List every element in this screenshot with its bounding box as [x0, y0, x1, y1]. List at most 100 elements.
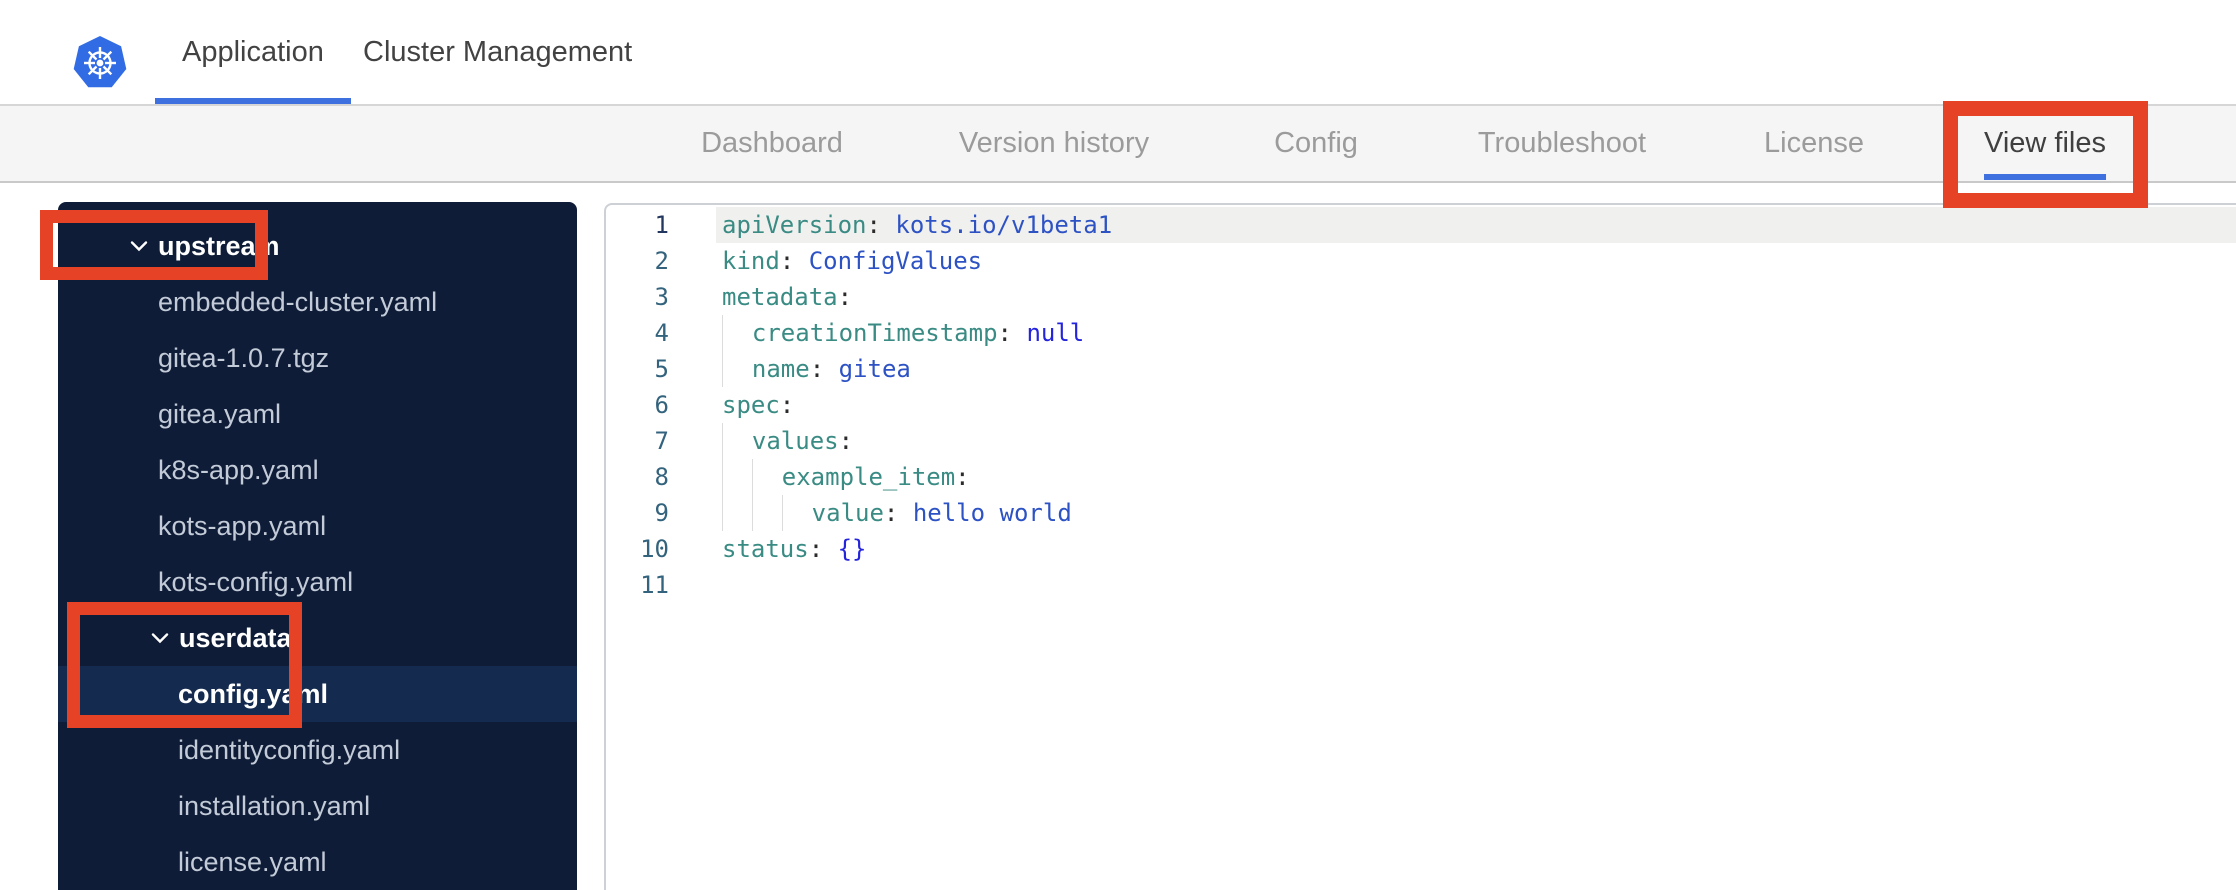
tree-file-gitea-1-0-7-tgz[interactable]: gitea-1.0.7.tgz: [58, 330, 577, 386]
token-key: status: [722, 535, 809, 563]
code-line-10: 10 status: {}: [606, 531, 2236, 567]
line-number: 9: [654, 499, 669, 527]
code-line-9: 9 value: hello world: [606, 495, 2236, 531]
token-punct: [1012, 319, 1026, 347]
code-line-5: 5 name: gitea: [606, 351, 2236, 387]
indent-guide: [722, 315, 752, 351]
token-punct: :: [883, 499, 899, 527]
code-line-8: 8 example_item:: [606, 459, 2236, 495]
code-text: spec:: [716, 387, 2236, 423]
kots-admin-console: Application Cluster Management Dashboard V…: [0, 0, 2236, 890]
token-punct: [823, 535, 837, 563]
nav-item-license[interactable]: License: [1764, 106, 1864, 181]
code-line-3: 3 metadata:: [606, 279, 2236, 315]
app-header: Application Cluster Management: [0, 0, 2236, 106]
token-punct: :: [866, 211, 881, 239]
token-punct: :: [779, 247, 795, 275]
token-key: example_item: [781, 463, 956, 491]
line-number: 1: [654, 211, 669, 239]
token-key: values: [751, 427, 839, 455]
tree-file-identityconfig-yaml[interactable]: identityconfig.yaml: [58, 722, 577, 778]
code-line-4: 4 creationTimestamp: null: [606, 315, 2236, 351]
line-number: 7: [654, 427, 669, 455]
tree-item-label: upstream: [158, 230, 280, 261]
nav-item-version-history[interactable]: Version history: [959, 106, 1149, 181]
app-subnav: Dashboard Version history Config Troublesho…: [0, 106, 2236, 183]
token-key: kind: [722, 247, 780, 275]
tree-item-label: userdata: [179, 622, 292, 653]
nav-item-view-files[interactable]: View files: [1984, 106, 2106, 181]
nav-item-config[interactable]: Config: [1274, 106, 1358, 181]
tree-item-label: gitea.yaml: [158, 398, 282, 429]
header-tab-application[interactable]: Application: [155, 0, 351, 104]
tree-file-installation-yaml[interactable]: installation.yaml: [58, 778, 577, 834]
code-line-7: 7 values:: [606, 423, 2236, 459]
tree-item-label: gitea-1.0.7.tgz: [158, 342, 330, 373]
token-value: hello world: [898, 499, 1072, 527]
tree-file-kots-app-yaml[interactable]: kots-app.yaml: [58, 498, 577, 554]
tree-file-config-yaml[interactable]: config.yaml: [58, 666, 577, 722]
tree-file-gitea-yaml[interactable]: gitea.yaml: [58, 386, 577, 442]
tree-file-embedded-cluster-yaml[interactable]: embedded-cluster.yaml: [58, 274, 577, 330]
line-number: 5: [654, 355, 669, 383]
token-punct: :: [779, 391, 795, 419]
tree-file-k8s-app-yaml[interactable]: k8s-app.yaml: [58, 442, 577, 498]
code-line-2: 2 kind: ConfigValues: [606, 243, 2236, 279]
code-text: values:: [716, 423, 2236, 459]
token-value: kots.io/v1beta1: [880, 211, 1113, 239]
token-value: gitea: [824, 355, 911, 383]
token-key: creationTimestamp: [751, 319, 998, 347]
nav-item-label: Config: [1274, 127, 1358, 159]
tree-file-kots-config-yaml[interactable]: kots-config.yaml: [58, 554, 577, 610]
header-tab-cluster-management[interactable]: Cluster Management: [336, 0, 659, 104]
token-key: value: [811, 499, 884, 527]
code-text: apiVersion: kots.io/v1beta1: [716, 207, 2236, 243]
active-nav-underline: [1984, 174, 2106, 180]
indent-guide: [722, 423, 752, 459]
file-tree-panel: upstream embedded-cluster.yaml gitea-1.0.7…: [58, 202, 577, 890]
tree-folder-userdata[interactable]: userdata: [58, 610, 577, 666]
code-text: status: {}: [716, 531, 2236, 567]
line-number: 2: [654, 247, 669, 275]
line-number: 3: [654, 283, 669, 311]
chevron-down-icon: [130, 240, 148, 252]
token-key: apiVersion: [722, 211, 867, 239]
token-constant: null: [1026, 319, 1085, 347]
code-text: name: gitea: [716, 351, 2236, 387]
tree-folder-upstream[interactable]: upstream: [58, 218, 577, 274]
chevron-down-icon: [151, 632, 169, 644]
tree-item-label: kots-app.yaml: [158, 510, 327, 541]
header-tab-label: Cluster Management: [363, 35, 633, 68]
token-key: spec: [722, 391, 780, 419]
header-tab-label: Application: [182, 35, 324, 68]
token-punct: :: [955, 463, 970, 491]
nav-item-label: Version history: [958, 127, 1150, 159]
line-number: 4: [654, 319, 669, 347]
tree-file-license-yaml[interactable]: license.yaml: [58, 834, 577, 890]
code-line-11: 11: [606, 567, 2236, 603]
token-constant: {}: [837, 535, 867, 563]
line-number: 8: [654, 463, 669, 491]
indent-guide: [722, 459, 752, 495]
indent-guide: [722, 351, 752, 387]
line-number: 6: [654, 391, 669, 419]
code-text: value: hello world: [716, 495, 2236, 531]
nav-item-label: Troubleshoot: [1477, 127, 1647, 159]
tree-item-label: config.yaml: [178, 678, 329, 709]
nav-item-dashboard[interactable]: Dashboard: [701, 106, 843, 181]
token-punct: :: [808, 535, 824, 563]
token-key: name: [751, 355, 810, 383]
nav-item-troubleshoot[interactable]: Troubleshoot: [1478, 106, 1646, 181]
line-number: 11: [640, 571, 669, 599]
indent-guide: [722, 495, 752, 531]
indent-guide: [751, 495, 782, 531]
code-lines: 1 apiVersion: kots.io/v1beta1 2 kind: Confi…: [606, 205, 2236, 603]
file-viewer-editor[interactable]: 1 apiVersion: kots.io/v1beta1 2 kind: Confi…: [604, 203, 2236, 890]
tree-item-label: embedded-cluster.yaml: [158, 286, 438, 317]
tree-item-label: installation.yaml: [178, 790, 371, 821]
code-line-1: 1 apiVersion: kots.io/v1beta1: [606, 207, 2236, 243]
code-text: creationTimestamp: null: [716, 315, 2236, 351]
primary-tabs: Application Cluster Management: [0, 0, 2236, 104]
token-punct: :: [838, 427, 854, 455]
